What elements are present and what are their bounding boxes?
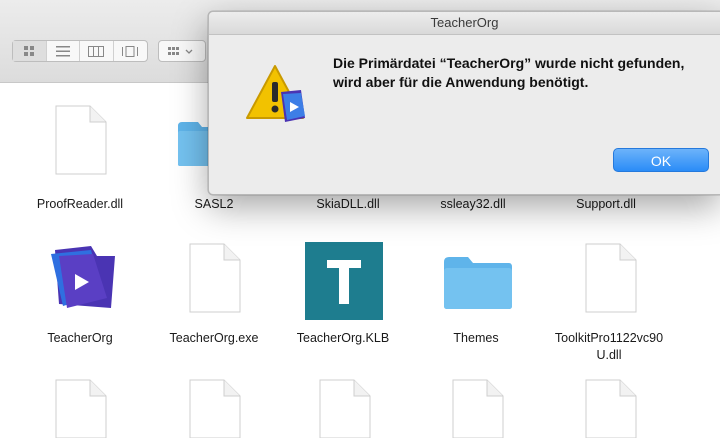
alert-dialog: TeacherOrg Die Primärdatei “TeacherOrg” … (208, 11, 720, 195)
file-name: SASL2 (194, 197, 234, 211)
folder-icon (442, 254, 514, 310)
gallery-icon (122, 45, 139, 57)
column-view-button[interactable] (80, 41, 114, 61)
ok-button[interactable]: OK (613, 148, 709, 172)
document-icon (582, 242, 638, 314)
file-name: TeacherOrg (47, 331, 113, 345)
teacherorg-app-icon (45, 242, 123, 312)
dialog-message: Die Primärdatei “TeacherOrg” wurde nicht… (333, 55, 685, 90)
arrange-icon (168, 46, 193, 55)
file-name: TeacherOrg.KLB (296, 331, 390, 345)
document-icon[interactable] (52, 378, 108, 438)
document-icon[interactable] (449, 378, 505, 438)
icon-view-button[interactable] (13, 41, 47, 61)
file-name: SkiaDLL.dll (316, 197, 380, 211)
document-icon[interactable] (582, 378, 638, 438)
chevron-down-icon (185, 49, 193, 54)
teacherorg-badge-icon (281, 90, 305, 122)
grid-icon (24, 46, 35, 56)
document-icon[interactable] (186, 378, 242, 438)
columns-icon (88, 45, 105, 57)
view-mode-segmented-control (12, 40, 148, 62)
file-name: ssleay32.dll (440, 197, 506, 211)
document-icon (186, 242, 242, 314)
file-name: ProofReader.dll (36, 197, 124, 211)
dialog-title: TeacherOrg (209, 12, 720, 35)
document-icon[interactable] (316, 378, 372, 438)
file-name: Support.dll (576, 197, 636, 211)
list-icon (55, 45, 70, 56)
document-icon (52, 104, 108, 176)
klb-file-icon (305, 242, 383, 320)
arrange-button[interactable] (159, 41, 205, 61)
file-name: TeacherOrg.exe (169, 331, 259, 345)
file-name: ToolkitPro1122vc90U.dll (554, 331, 664, 362)
gallery-view-button[interactable] (114, 41, 147, 61)
file-name: Themes (453, 331, 499, 345)
warning-icon (245, 64, 309, 127)
list-view-button[interactable] (47, 41, 80, 61)
arrange-dropdown[interactable] (158, 40, 206, 62)
